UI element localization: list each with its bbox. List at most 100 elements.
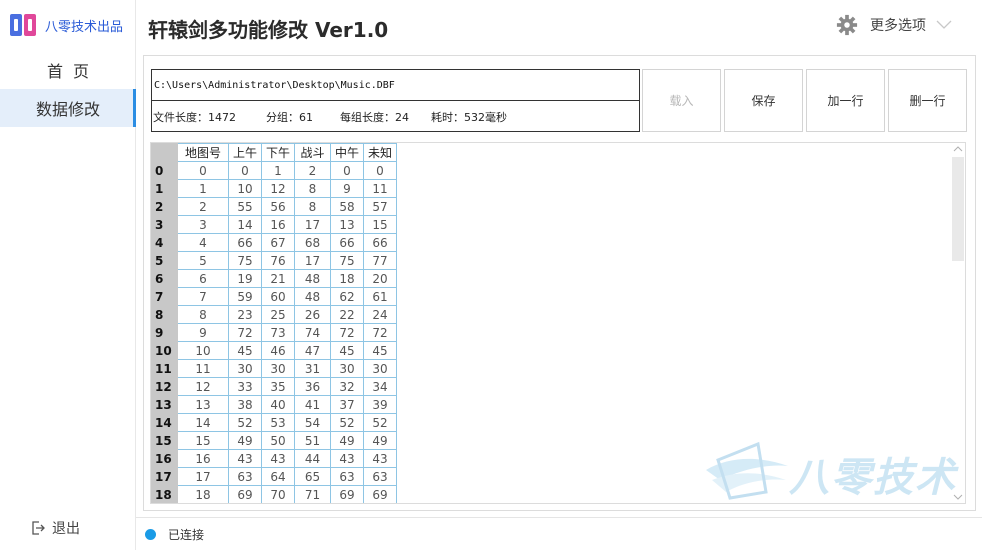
table-row[interactable]: 6 6 19 21 48 18 20 — [151, 269, 397, 288]
table-cell[interactable]: 12 — [177, 377, 229, 396]
table-cell[interactable]: 41 — [294, 395, 331, 414]
table-cell[interactable]: 10 — [228, 179, 262, 198]
table-cell[interactable]: 66 — [228, 233, 262, 252]
table-cell[interactable]: 58 — [330, 197, 364, 216]
vertical-scrollbar[interactable] — [951, 143, 965, 503]
table-cell[interactable]: 61 — [363, 287, 397, 306]
scroll-up-icon[interactable] — [953, 144, 963, 154]
table-cell[interactable]: 47 — [294, 341, 331, 360]
table-cell[interactable]: 40 — [261, 395, 295, 414]
table-cell[interactable]: 18 — [330, 269, 364, 288]
table-cell[interactable]: 69 — [363, 485, 397, 503]
table-cell[interactable]: 67 — [261, 233, 295, 252]
table-cell[interactable]: 12 — [261, 179, 295, 198]
more-options-button[interactable]: 更多选项 — [836, 14, 952, 36]
nav-item-home[interactable]: 首页 — [0, 51, 136, 89]
table-cell[interactable]: 46 — [261, 341, 295, 360]
nav-item-data-edit[interactable]: 数据修改 — [0, 89, 136, 127]
table-cell[interactable]: 62 — [330, 287, 364, 306]
table-cell[interactable]: 16 — [177, 449, 229, 468]
table-cell[interactable]: 30 — [363, 359, 397, 378]
table-cell[interactable]: 51 — [294, 431, 331, 450]
table-cell[interactable]: 1 — [177, 179, 229, 198]
table-cell[interactable]: 17 — [294, 251, 331, 270]
table-cell[interactable]: 71 — [294, 485, 331, 503]
grid-corner[interactable] — [151, 143, 178, 162]
table-cell[interactable]: 0 — [177, 161, 229, 180]
table-row[interactable]: 17 17 63 64 65 63 63 — [151, 467, 397, 486]
table-row[interactable]: 0001200 — [151, 161, 397, 180]
table-cell[interactable]: 14 — [177, 413, 229, 432]
table-cell[interactable]: 45 — [330, 341, 364, 360]
table-cell[interactable]: 0 — [228, 161, 262, 180]
table-cell[interactable]: 48 — [294, 269, 331, 288]
table-cell[interactable]: 15 — [363, 215, 397, 234]
table-cell[interactable]: 44 — [294, 449, 331, 468]
column-header[interactable]: 中午 — [330, 143, 364, 162]
column-header[interactable]: 未知 — [363, 143, 397, 162]
table-cell[interactable]: 52 — [363, 413, 397, 432]
table-cell[interactable]: 63 — [228, 467, 262, 486]
table-row[interactable]: 16 16 43 43 44 43 43 — [151, 449, 397, 468]
table-cell[interactable]: 68 — [294, 233, 331, 252]
table-cell[interactable]: 26 — [294, 305, 331, 324]
row-header[interactable]: 14 — [151, 413, 178, 432]
table-cell[interactable]: 35 — [261, 377, 295, 396]
row-header[interactable]: 13 — [151, 395, 178, 414]
row-header[interactable]: 18 — [151, 485, 178, 503]
column-header[interactable]: 上午 — [228, 143, 262, 162]
table-row[interactable]: 9 9 72 73 74 72 72 — [151, 323, 397, 342]
table-row[interactable]: 1 1 10 12 8 9 11 — [151, 179, 397, 198]
table-cell[interactable]: 9 — [330, 179, 364, 198]
table-cell[interactable]: 73 — [261, 323, 295, 342]
table-cell[interactable]: 72 — [363, 323, 397, 342]
data-grid[interactable]: 地图号 上午 下午 战斗 中午 未知 0 0 0 1 2 0 0 1 1 10 12 8 9 11 2 2 55… — [150, 142, 966, 504]
table-cell[interactable]: 66 — [363, 233, 397, 252]
save-button[interactable]: 保存 — [724, 69, 803, 132]
table-cell[interactable]: 19 — [228, 269, 262, 288]
table-cell[interactable]: 45 — [363, 341, 397, 360]
logout-button[interactable]: 退出 — [30, 518, 80, 538]
table-cell[interactable]: 49 — [363, 431, 397, 450]
row-header[interactable]: 11 — [151, 359, 178, 378]
table-cell[interactable]: 43 — [261, 449, 295, 468]
scroll-down-icon[interactable] — [953, 492, 963, 502]
row-header[interactable]: 6 — [151, 269, 178, 288]
table-cell[interactable]: 43 — [363, 449, 397, 468]
row-header[interactable]: 5 — [151, 251, 178, 270]
table-row[interactable]: 10 10 45 46 47 45 45 — [151, 341, 397, 360]
table-cell[interactable]: 4 — [177, 233, 229, 252]
table-cell[interactable]: 50 — [261, 431, 295, 450]
row-header[interactable]: 0 — [151, 161, 178, 180]
table-cell[interactable]: 52 — [330, 413, 364, 432]
table-cell[interactable]: 8 — [294, 179, 331, 198]
table-cell[interactable]: 37 — [330, 395, 364, 414]
table-cell[interactable]: 0 — [330, 161, 364, 180]
column-header[interactable]: 下午 — [261, 143, 295, 162]
row-header[interactable]: 3 — [151, 215, 178, 234]
table-cell[interactable]: 75 — [228, 251, 262, 270]
table-cell[interactable]: 13 — [330, 215, 364, 234]
table-cell[interactable]: 0 — [363, 161, 397, 180]
row-header[interactable]: 12 — [151, 377, 178, 396]
table-cell[interactable]: 48 — [294, 287, 331, 306]
table-cell[interactable]: 69 — [330, 485, 364, 503]
row-header[interactable]: 10 — [151, 341, 178, 360]
table-cell[interactable]: 22 — [330, 305, 364, 324]
column-header[interactable]: 战斗 — [294, 143, 331, 162]
table-cell[interactable]: 7 — [177, 287, 229, 306]
table-cell[interactable]: 2 — [177, 197, 229, 216]
table-cell[interactable]: 59 — [228, 287, 262, 306]
table-cell[interactable]: 34 — [363, 377, 397, 396]
table-cell[interactable]: 3 — [177, 215, 229, 234]
scrollbar-thumb[interactable] — [952, 157, 964, 261]
table-cell[interactable]: 10 — [177, 341, 229, 360]
table-cell[interactable]: 72 — [330, 323, 364, 342]
row-header[interactable]: 9 — [151, 323, 178, 342]
table-cell[interactable]: 76 — [261, 251, 295, 270]
table-cell[interactable]: 9 — [177, 323, 229, 342]
load-button[interactable]: 载入 — [642, 69, 721, 132]
table-cell[interactable]: 5 — [177, 251, 229, 270]
table-cell[interactable]: 64 — [261, 467, 295, 486]
table-cell[interactable]: 36 — [294, 377, 331, 396]
